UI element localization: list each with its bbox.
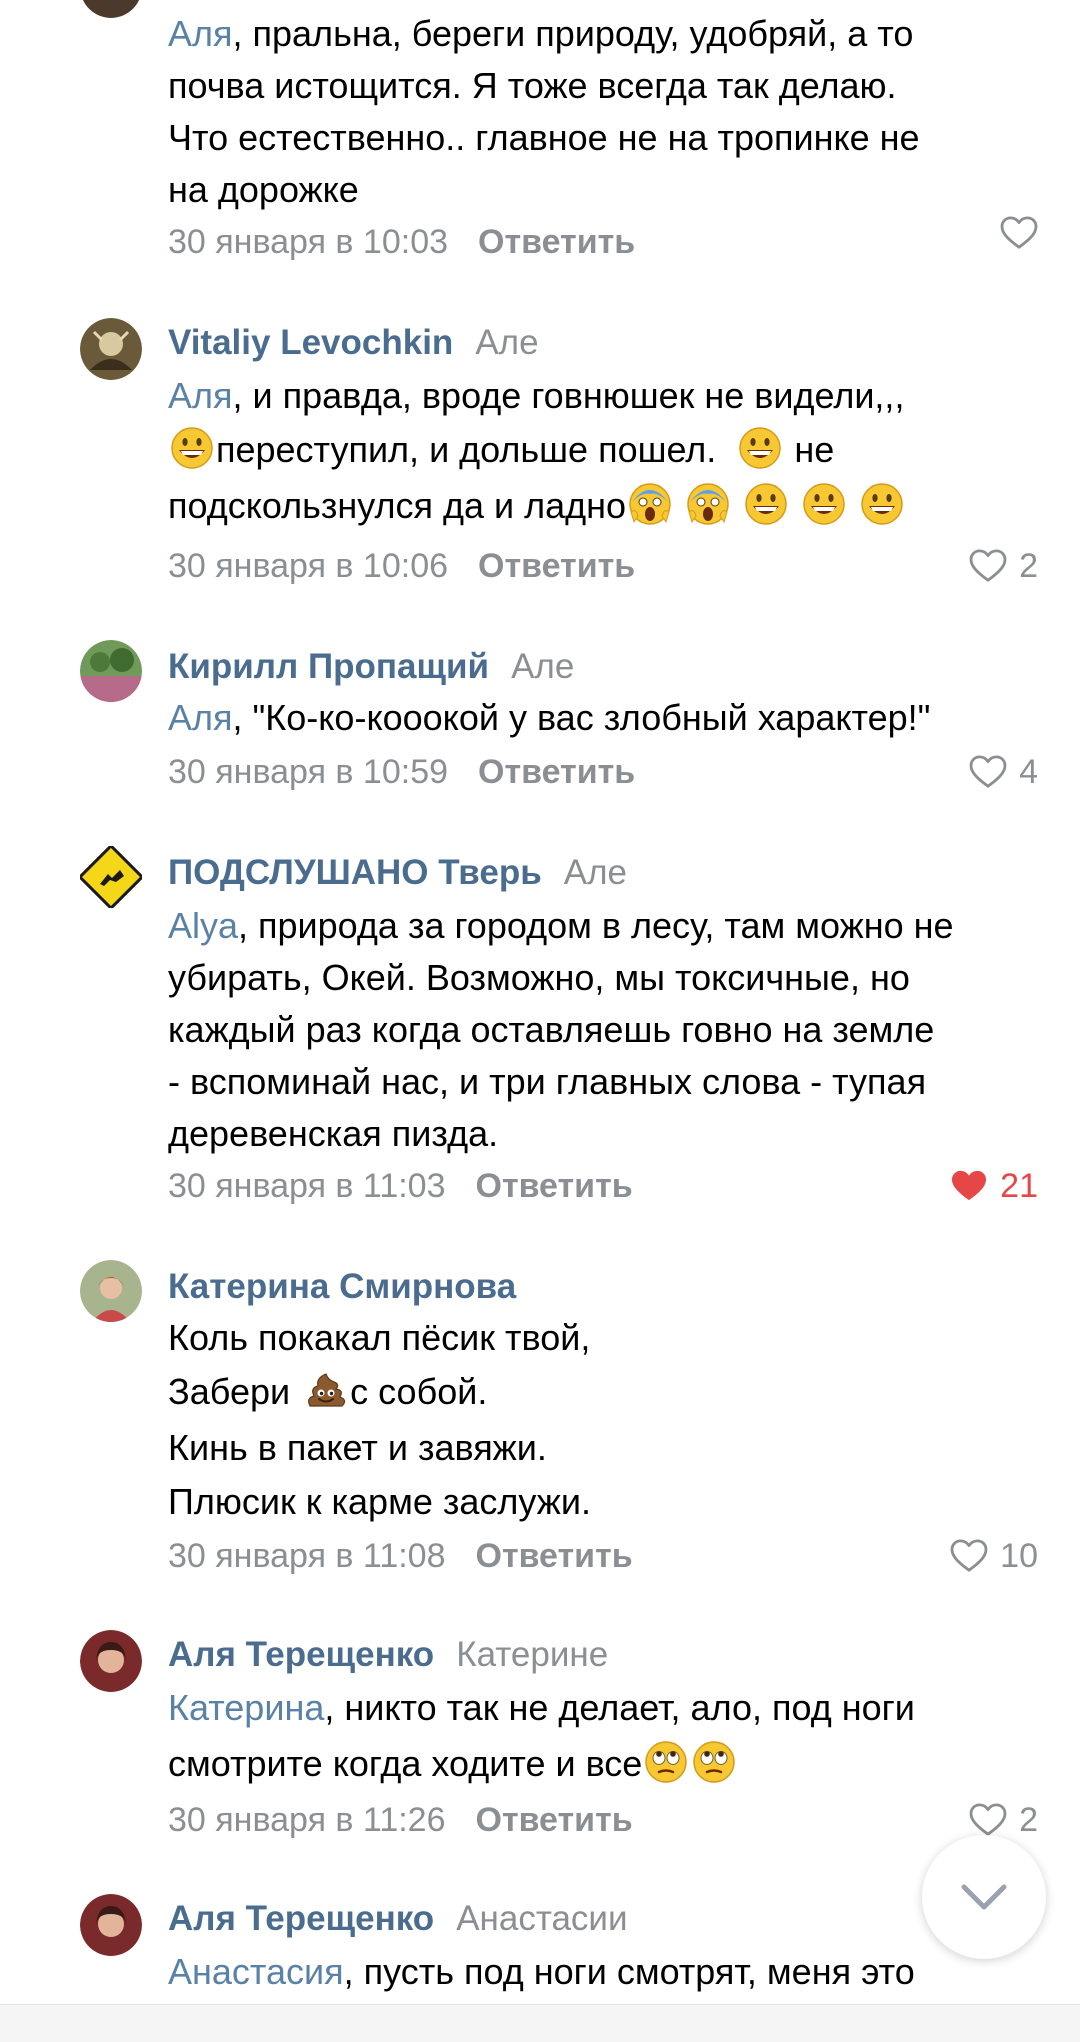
- grinning-emoji-icon: [744, 482, 788, 526]
- eye-roll-emoji-icon: [644, 1740, 688, 1784]
- comments-feed: Аля, пральна, береги природу, удобряй, а…: [0, 0, 1080, 2041]
- comment-text-line: почва истощится. Я тоже всегда так делаю…: [168, 65, 897, 106]
- like-button[interactable]: [1000, 216, 1038, 250]
- comment-text-line: каждый раз когда оставляешь говно на зем…: [168, 1009, 935, 1050]
- comment-meta: 30 января в 11:26 Ответить: [168, 1794, 633, 1846]
- heart-outline-icon: [1000, 216, 1038, 250]
- comment-header: Кирилл Пропащий Але: [168, 640, 574, 693]
- comment-meta: 30 января в 10:59 Ответить: [168, 746, 635, 798]
- like-count: 21: [1000, 1167, 1038, 1205]
- poo-emoji-icon: [304, 1368, 348, 1412]
- author-name[interactable]: Аля Терещенко: [168, 1635, 434, 1674]
- heart-outline-icon: [950, 1539, 988, 1573]
- reply-to-label: Але: [475, 323, 539, 362]
- avatar[interactable]: [80, 318, 142, 380]
- comment-text-line: переступил, и дольше пошел. не: [168, 424, 834, 476]
- comment-text-line: Анастасия, пусть под ноги смотрят, меня …: [168, 1951, 915, 1992]
- comment-text-line: Аля, "Ко-ко-кооокой у вас злобный характ…: [168, 697, 931, 738]
- comment-meta: 30 января в 11:08 Ответить: [168, 1530, 633, 1582]
- reply-button[interactable]: Ответить: [476, 1801, 633, 1839]
- comment-header: ПОДСЛУШАНО Тверь Але: [168, 846, 627, 899]
- grinning-emoji-icon: [860, 482, 904, 526]
- comment-text-line: Alya, природа за городом в лесу, там мож…: [168, 905, 954, 946]
- mention-link[interactable]: Alya: [168, 905, 238, 946]
- chevron-down-icon: [961, 1884, 1007, 1910]
- comment-text-line: Коль покакал пёсик твой,: [168, 1317, 591, 1358]
- like-count: 10: [1000, 1537, 1038, 1575]
- like-count: 2: [1019, 1801, 1038, 1839]
- comment-text-line: смотрите когда ходите и все: [168, 1738, 738, 1790]
- mention-link[interactable]: Аля: [168, 697, 233, 738]
- comment-text-line: подскользнулся да и ладно: [168, 480, 906, 532]
- avatar[interactable]: [80, 0, 142, 18]
- avatar[interactable]: [80, 1260, 142, 1322]
- author-name[interactable]: Катерина Смирнова: [168, 1267, 516, 1306]
- reply-to-label: Анастасии: [456, 1899, 628, 1938]
- comment-date: 30 января в 11:03: [168, 1167, 446, 1205]
- comment-text-line: деревенская пизда.: [168, 1113, 499, 1154]
- comment-text-line: Аля, и правда, вроде говнюшек не видели,…: [168, 375, 905, 416]
- comment-date: 30 января в 10:03: [168, 223, 449, 261]
- author-name[interactable]: Vitaliy Levochkin: [168, 323, 453, 362]
- comment-meta: 30 января в 11:03 Ответить: [168, 1160, 633, 1212]
- heart-outline-icon: [969, 1803, 1007, 1837]
- grinning-emoji-icon: [738, 426, 782, 470]
- mention-link[interactable]: Аля: [168, 13, 233, 54]
- like-button[interactable]: 21: [950, 1160, 1038, 1212]
- comment-text-line: Кинь в пакет и завяжи.: [168, 1427, 547, 1468]
- comment-date: 30 января в 11:26: [168, 1801, 446, 1839]
- comment-text-line: Аля, пральна, береги природу, удобряй, а…: [168, 13, 914, 54]
- avatar[interactable]: [80, 1630, 142, 1692]
- comment-header: Аля Терещенко Катерине: [168, 1628, 608, 1681]
- reply-button[interactable]: Ответить: [478, 547, 635, 585]
- reply-to-label: Катерине: [456, 1635, 609, 1674]
- comment-text-line: убирать, Окей. Возможно, мы токсичные, н…: [168, 957, 910, 998]
- comment-header: Катерина Смирнова: [168, 1260, 516, 1313]
- comment-text-line: Забери с собой.: [168, 1366, 487, 1418]
- comment-header: Vitaliy Levochkin Але: [168, 316, 539, 369]
- heart-filled-icon: [950, 1169, 988, 1203]
- comment-date: 30 января в 10:06: [168, 547, 449, 585]
- avatar[interactable]: [80, 640, 142, 702]
- reply-button[interactable]: Ответить: [476, 1167, 633, 1205]
- mention-link[interactable]: Аля: [168, 375, 233, 416]
- comment-header: Аля Терещенко Анастасии: [168, 1892, 628, 1945]
- grinning-emoji-icon: [802, 482, 846, 526]
- comment-text-line: - вспоминай нас, и три главных слова - т…: [168, 1061, 927, 1102]
- reply-button[interactable]: Ответить: [476, 1537, 633, 1575]
- eye-roll-emoji-icon: [692, 1740, 736, 1784]
- comment-meta: 30 января в 10:03 Ответить: [168, 216, 635, 268]
- author-name[interactable]: Кирилл Пропащий: [168, 647, 489, 686]
- comment-text-line: Что естественно.. главное не на тропинке…: [168, 117, 920, 158]
- like-count: 4: [1019, 753, 1038, 791]
- avatar[interactable]: [77, 843, 145, 911]
- scroll-down-button[interactable]: [922, 1835, 1046, 1959]
- bottom-input-bar: [0, 2004, 1080, 2042]
- reply-button[interactable]: Ответить: [478, 753, 635, 791]
- comment-text-line: Плюсик к карме заслужи.: [168, 1481, 591, 1522]
- mention-link[interactable]: Катерина: [168, 1687, 324, 1728]
- like-count: 2: [1019, 547, 1038, 585]
- grinning-emoji-icon: [170, 426, 214, 470]
- comment-meta: 30 января в 10:06 Ответить: [168, 540, 635, 592]
- author-name[interactable]: ПОДСЛУШАНО Тверь: [168, 853, 542, 892]
- avatar[interactable]: [80, 1894, 142, 1956]
- mention-link[interactable]: Анастасия: [168, 1951, 344, 1992]
- comment-text-line: на дорожке: [168, 169, 359, 210]
- reply-to-label: Але: [511, 647, 575, 686]
- like-button[interactable]: 4: [969, 746, 1038, 798]
- comment-text-line: Катерина, никто так не делает, ало, под …: [168, 1687, 915, 1728]
- comment-date: 30 января в 11:08: [168, 1537, 446, 1575]
- reply-to-label: Але: [563, 853, 627, 892]
- screaming-emoji-icon: [628, 482, 672, 526]
- heart-outline-icon: [969, 549, 1007, 583]
- heart-outline-icon: [969, 755, 1007, 789]
- reply-button[interactable]: Ответить: [478, 223, 635, 261]
- comment-date: 30 января в 10:59: [168, 753, 449, 791]
- like-button[interactable]: 10: [950, 1530, 1038, 1582]
- author-name[interactable]: Аля Терещенко: [168, 1899, 434, 1938]
- screaming-emoji-icon: [686, 482, 730, 526]
- like-button[interactable]: 2: [969, 540, 1038, 592]
